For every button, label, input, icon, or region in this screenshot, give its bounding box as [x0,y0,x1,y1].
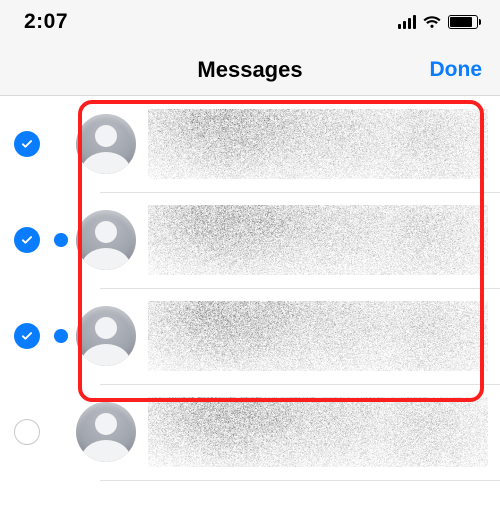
message-row[interactable] [0,96,500,192]
page-title: Messages [197,57,302,83]
select-checkbox[interactable] [14,419,40,445]
cellular-icon [398,15,416,29]
message-row[interactable] [0,288,500,384]
redacted-content [148,397,488,467]
message-list [0,96,500,480]
status-time: 2:07 [24,10,68,34]
redacted-content [148,205,488,275]
select-checkbox[interactable] [14,227,40,253]
status-bar: 2:07 [0,0,500,44]
contact-avatar [76,402,136,462]
done-button[interactable]: Done [430,58,483,82]
contact-avatar [76,114,136,174]
message-row[interactable] [0,192,500,288]
contact-avatar [76,210,136,270]
redacted-content [148,301,488,371]
wifi-icon [422,15,442,29]
select-checkbox[interactable] [14,323,40,349]
select-checkbox[interactable] [14,131,40,157]
redacted-content [148,109,488,179]
battery-icon [448,15,478,29]
message-row[interactable] [0,384,500,480]
status-indicators [398,15,478,29]
unread-dot [54,233,68,247]
nav-bar: Messages Done [0,44,500,96]
unread-dot [54,329,68,343]
contact-avatar [76,306,136,366]
